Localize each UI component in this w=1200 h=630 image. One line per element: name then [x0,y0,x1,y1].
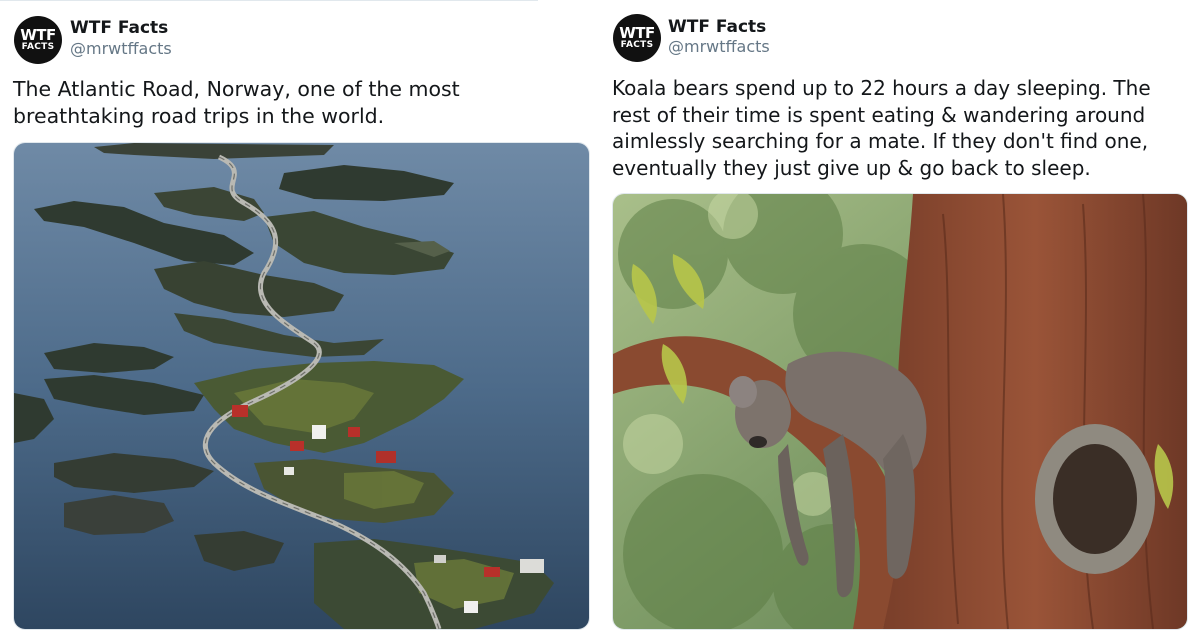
tweet-text-line: rest of their time is spent eating & wan… [612,102,1146,127]
avatar-text-line1: WTF [619,24,655,42]
tweet-text-line: breathtaking road trips in the world. [13,103,385,128]
avatar-text-line1: WTF [20,26,56,44]
user-handle[interactable]: @mrwtffacts [668,37,770,56]
tweet-koala[interactable]: WTF FACTS WTF Facts @mrwtffacts Koala be… [600,0,1200,630]
tweet-text: Koala bears spend up to 22 hours a day s… [612,75,1197,181]
tweet-photo-atlantic-road[interactable] [13,142,590,630]
divider [0,0,538,1]
sleeping-koala-image [613,194,1187,629]
tweet-text-line: The Atlantic Road, Norway, one of the mo… [13,77,460,101]
atlantic-road-aerial-image [14,143,589,629]
tweet-text-line: Koala bears spend up to 22 hours a day s… [612,76,1151,100]
tweet-text: The Atlantic Road, Norway, one of the mo… [13,76,583,129]
avatar-text-line2: FACTS [21,42,55,52]
tweet-photo-koala[interactable] [612,193,1188,630]
display-name[interactable]: WTF Facts [668,17,766,37]
display-name[interactable]: WTF Facts [70,18,168,38]
tweet-text-line: eventually they just give up & go back t… [612,155,1091,180]
tweet-collage: WTF FACTS WTF Facts @mrwtffacts The Atla… [0,0,1200,630]
tweet-text-line: aimlessly searching for a mate. If they … [612,129,1149,153]
avatar[interactable]: WTF FACTS [613,14,661,62]
avatar-text-line2: FACTS [620,40,654,50]
tweet-atlantic-road[interactable]: WTF FACTS WTF Facts @mrwtffacts The Atla… [0,0,600,630]
user-handle[interactable]: @mrwtffacts [70,39,172,58]
avatar[interactable]: WTF FACTS [14,16,62,64]
